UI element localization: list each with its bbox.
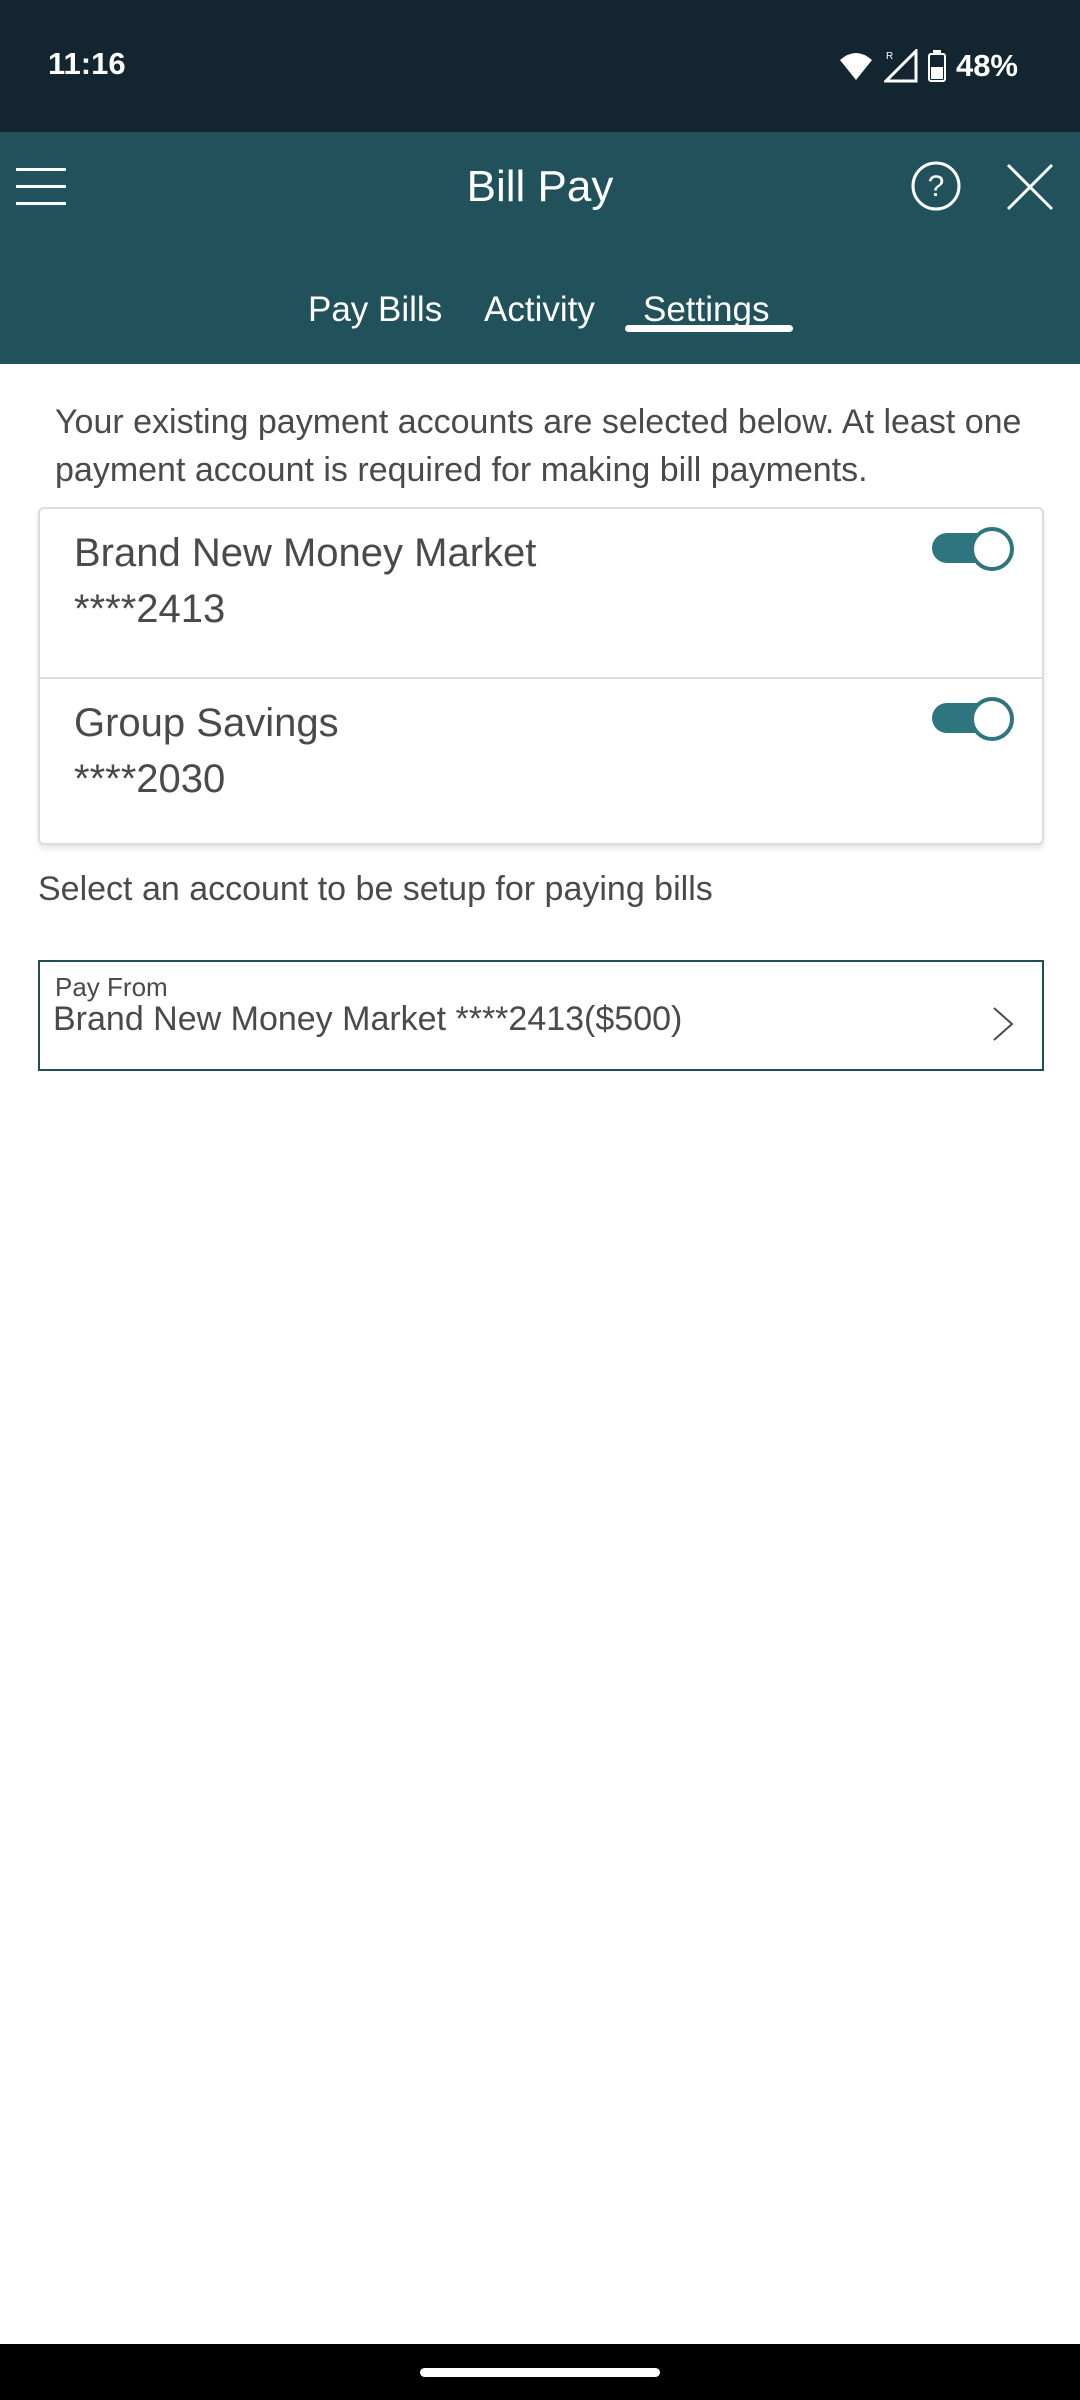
status-bar: 11:16 R 48%: [0, 0, 1080, 132]
select-account-label: Select an account to be setup for paying…: [38, 870, 713, 908]
account-row: Brand New Money Market ****2413: [40, 509, 1042, 677]
tab-pay-bills[interactable]: Pay Bills: [308, 290, 442, 330]
account-name: Brand New Money Market: [74, 531, 537, 575]
intro-text: Your existing payment accounts are selec…: [55, 403, 1022, 489]
status-time: 11:16: [48, 46, 126, 81]
pay-from-value: Brand New Money Market ****2413($500): [53, 1000, 683, 1038]
close-icon[interactable]: [1005, 162, 1055, 212]
chevron-right-icon: [993, 1007, 1014, 1041]
battery-icon: [927, 50, 946, 82]
payment-accounts-card: Brand New Money Market ****2413 Group Sa…: [38, 507, 1044, 845]
wifi-icon: [839, 53, 872, 80]
account-number: ****2413: [74, 587, 226, 631]
account-toggle[interactable]: [930, 697, 1014, 741]
toggle-thumb: [970, 697, 1014, 741]
status-icons: R 48%: [838, 46, 1018, 86]
svg-text:R: R: [886, 51, 893, 62]
tab-bar: Pay Bills Activity Settings: [0, 278, 1080, 364]
account-name: Group Savings: [74, 701, 339, 745]
toggle-thumb: [970, 527, 1014, 571]
app-header: Bill Pay ? Pay Bills Activity Settings: [0, 132, 1080, 364]
account-row: Group Savings ****2030: [40, 677, 1042, 845]
account-number: ****2030: [74, 757, 226, 801]
signal-icon: R: [883, 49, 918, 83]
tab-activity[interactable]: Activity: [484, 290, 595, 330]
pay-from-label: Pay From: [55, 972, 168, 1002]
battery-percentage: 48%: [955, 48, 1018, 83]
account-toggle[interactable]: [930, 527, 1014, 571]
system-nav-bar: [0, 2344, 1080, 2400]
home-indicator[interactable]: [420, 2368, 660, 2377]
pay-from-selector[interactable]: Pay From Brand New Money Market ****2413…: [38, 960, 1044, 1071]
svg-text:?: ?: [928, 170, 945, 203]
active-tab-indicator: [625, 325, 793, 332]
help-icon[interactable]: ?: [910, 160, 962, 212]
tab-settings[interactable]: Settings: [643, 290, 769, 330]
